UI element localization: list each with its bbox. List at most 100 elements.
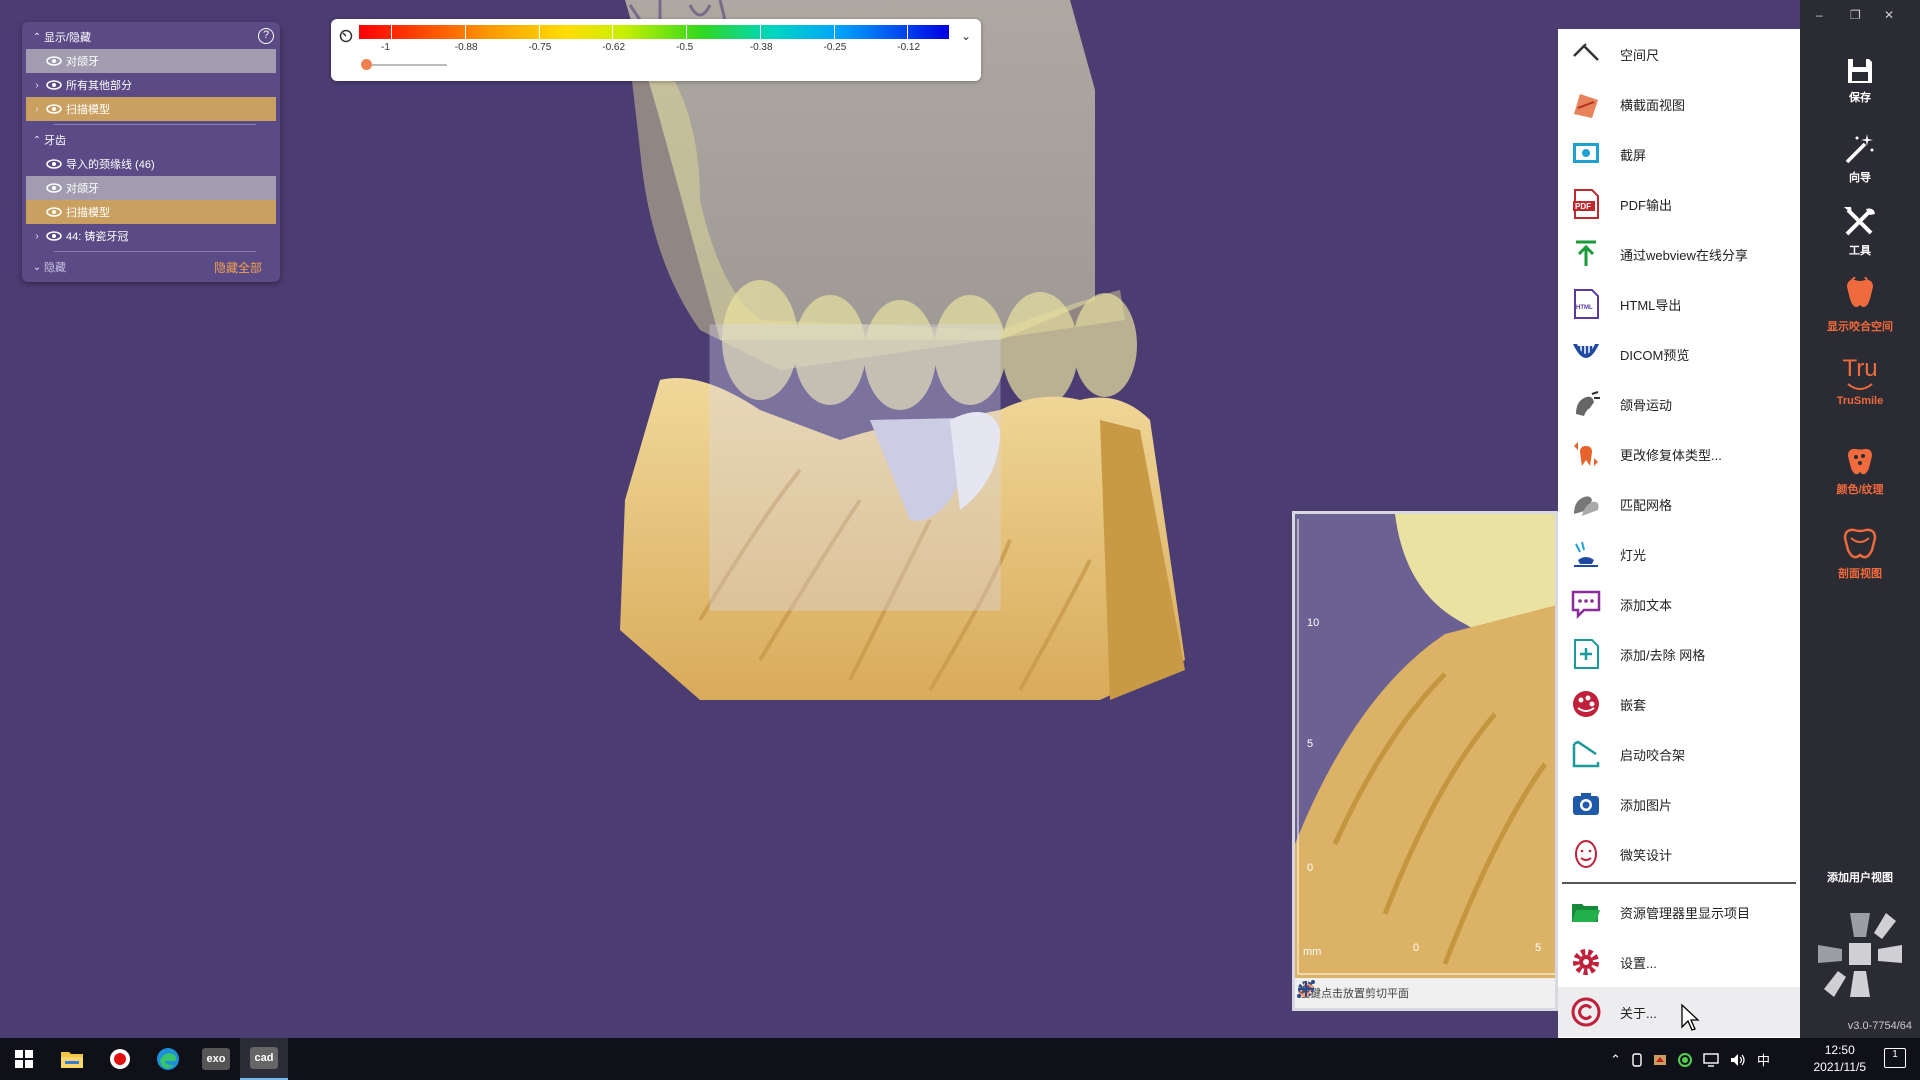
taskbar-recorder[interactable] [96,1038,144,1080]
view-orientation-widget[interactable] [1812,905,1908,1005]
security-icon[interactable] [1653,1053,1667,1067]
view-right-button [1878,945,1902,963]
chevron-up-icon[interactable]: ⌃ [30,32,44,43]
section-view-button[interactable]: 剖面视图 [1800,526,1920,581]
scale-tick-mark [391,25,392,41]
exo-app-label: exo [206,1053,226,1065]
menu-item-lighting[interactable]: 灯光 [1558,529,1800,579]
taskbar-exocad[interactable]: exo [192,1038,240,1080]
menu-item-jaw-motion[interactable]: 颌骨运动 [1558,379,1800,429]
menu-item-add-image[interactable]: 添加图片 [1558,779,1800,829]
menu-item-show-in-explorer[interactable]: 资源管理器里显示项目 [1558,887,1800,937]
menu-item-label: 添加/去除 网格 [1620,647,1706,663]
menu-item-articulator[interactable]: 启动咬合架 [1558,729,1800,779]
trusmile-logo: Tru [1842,355,1878,382]
tree-item-all-other-parts[interactable]: › 所有其他部分 [26,73,276,97]
volume-icon[interactable] [1730,1053,1746,1067]
system-clock[interactable]: 12:50 2021/11/5 [1814,1042,1867,1076]
crosshair-icon[interactable] [1295,978,1317,1000]
menu-item-change-restoration-type[interactable]: 更改修复体类型... [1558,429,1800,479]
menu-item-add-remove-mesh[interactable]: 添加/去除 网格 [1558,629,1800,679]
wizard-button[interactable]: 向导 [1800,132,1920,185]
save-button[interactable]: 保存 [1800,56,1920,105]
usb-icon[interactable] [1632,1052,1642,1067]
taskbar-edge[interactable] [144,1038,192,1080]
scale-tick-mark [833,25,835,41]
chevron-down-icon[interactable]: ⌄ [961,29,971,43]
scale-tick-mark [907,25,909,41]
menu-item-add-text[interactable]: 添加文本 [1558,579,1800,629]
status-circle-icon[interactable] [1677,1052,1692,1067]
taskbar-file-explorer[interactable] [48,1038,96,1080]
scale-tick-label: -0.12 [897,42,921,53]
eye-icon[interactable] [46,159,62,169]
ime-indicator[interactable]: 中 [1757,1050,1770,1069]
eye-icon[interactable] [46,207,62,217]
scale-slider-thumb[interactable] [361,59,372,70]
eye-icon[interactable] [46,56,62,66]
network-icon[interactable] [1703,1052,1719,1067]
eye-icon[interactable] [46,80,62,90]
menu-item-html-export[interactable]: HTML HTML导出 [1558,279,1800,329]
chevron-up-icon[interactable]: ⌃ [1610,1052,1621,1068]
color-texture-button[interactable]: 颜色/纹理 [1800,444,1920,497]
occlusal-space-button[interactable]: 显示咬合空间 [1800,277,1920,334]
scale-tick-label: -1 [381,42,390,53]
chevron-right-icon[interactable]: › [30,104,44,115]
menu-item-pdf-export[interactable]: PDF PDF输出 [1558,179,1800,229]
menu-item-settings[interactable]: 设置... [1558,937,1800,987]
edge-browser-icon [157,1048,179,1070]
menu-item-cross-section[interactable]: 横截面视图 [1558,79,1800,129]
show-hide-header[interactable]: ⌃ 显示/隐藏 [26,25,276,49]
start-button[interactable] [0,1038,48,1080]
add-user-view-label[interactable]: 添加用户视图 [1800,869,1920,885]
tree-item-margin-line[interactable]: 导入的颈缘线 (46) [26,152,276,176]
hide-all-button[interactable]: 隐藏全部 [214,259,262,276]
tree-item-label: 扫描模型 [66,104,110,116]
chevron-up-icon[interactable]: ⌃ [30,135,44,146]
gauge-icon[interactable] [339,29,353,43]
hidden-header[interactable]: ⌄ 隐藏 隐藏全部 [26,255,276,279]
menu-item-smile-design[interactable]: 微笑设计 [1558,829,1800,879]
clip-plane-window[interactable]: 10 5 0 mm 0 5 左键点击放置剪切平面 [1292,511,1558,1011]
trusmile-button[interactable]: Tru TruSmile [1800,355,1920,408]
taskbar-cad[interactable]: cad [240,1038,288,1080]
view-top-button [1850,913,1870,937]
minimize-button[interactable]: – [1816,8,1823,22]
menu-item-nesting[interactable]: 嵌套 [1558,679,1800,729]
tree-item-scan-model[interactable]: › 扫描模型 [26,97,276,121]
eye-icon[interactable] [46,231,62,241]
tools-button[interactable]: 工具 [1800,205,1920,258]
pdf-icon: PDF [1573,189,1599,219]
chevron-right-icon[interactable]: › [30,80,44,91]
eye-icon[interactable] [46,104,62,114]
chevron-right-icon[interactable]: › [30,231,44,242]
chevron-down-icon[interactable]: ⌄ [30,262,44,273]
tree-item-crown-44[interactable]: › 44: 铸瓷牙冠 [26,224,276,248]
eye-icon[interactable] [46,183,62,193]
record-icon [110,1049,130,1069]
notification-center-icon[interactable]: 1 [1884,1048,1906,1068]
tree-item-antagonist-tooth[interactable]: 对颌牙 [26,176,276,200]
menu-item-webview-share[interactable]: 通过webview在线分享 [1558,229,1800,279]
restore-button[interactable]: ❐ [1850,8,1861,22]
menu-item-ruler[interactable]: 空间尺 [1558,29,1800,79]
view-bottom-button [1850,971,1870,997]
svg-text:PDF: PDF [1575,202,1591,211]
windows-logo-icon [15,1050,33,1068]
menu-item-label: 设置... [1620,955,1657,971]
close-button[interactable]: ✕ [1884,8,1894,22]
folder-icon [1572,904,1600,922]
menu-item-match-mesh[interactable]: 匹配网格 [1558,479,1800,529]
menu-item-screenshot[interactable]: 截屏 [1558,129,1800,179]
tree-item-antagonist[interactable]: 对颌牙 [26,49,276,73]
menu-item-dicom-preview[interactable]: DICOM预览 [1558,329,1800,379]
menu-item-label: 嵌套 [1620,697,1647,713]
y-axis-label: 5 [1307,738,1314,750]
teeth-header[interactable]: ⌃ 牙齿 [26,128,276,152]
clip-preview[interactable] [1295,514,1558,984]
scale-slider-track[interactable] [363,64,447,66]
help-icon[interactable]: ? [258,28,274,44]
tree-item-scan-model-tooth[interactable]: 扫描模型 [26,200,276,224]
menu-item-about[interactable]: 关于... [1558,987,1800,1037]
